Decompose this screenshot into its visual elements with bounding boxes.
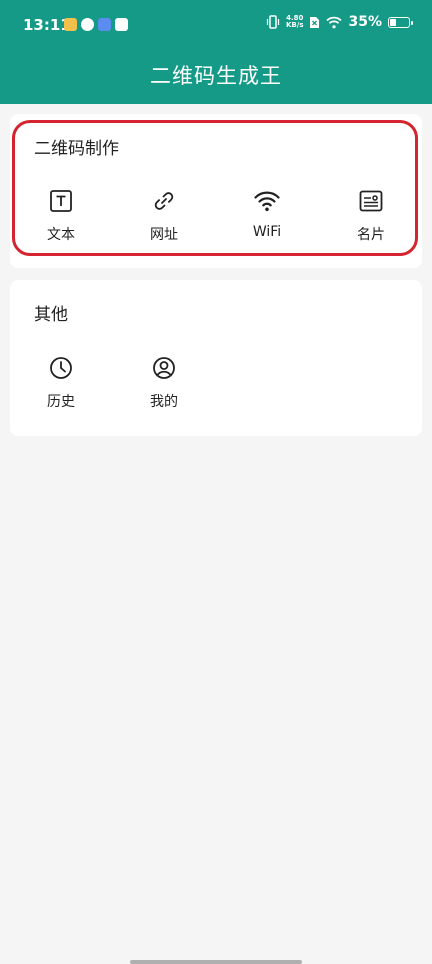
business-card-label: 名片 bbox=[357, 227, 385, 243]
text-label: 文本 bbox=[47, 227, 75, 243]
text-qr-button[interactable]: 文本 bbox=[21, 188, 101, 244]
wifi-qr-button[interactable]: WiFi bbox=[227, 188, 307, 240]
history-button[interactable]: 历史 bbox=[21, 355, 101, 411]
history-label: 历史 bbox=[47, 394, 75, 410]
profile-button[interactable]: 我的 bbox=[124, 355, 204, 411]
other-title: 其他 bbox=[34, 305, 68, 325]
status-bar: 13:11 4.80 KB/s 35% bbox=[0, 0, 432, 52]
qr-make-card: 二维码制作 文本 网址 WiFi 名片 bbox=[10, 114, 422, 268]
wifi-label: WiFi bbox=[252, 224, 282, 240]
battery-percent: 35% bbox=[348, 14, 382, 30]
status-right: 4.80 KB/s 35% bbox=[266, 14, 413, 30]
url-qr-button[interactable]: 网址 bbox=[124, 188, 204, 244]
other-card: 其他 历史 我的 bbox=[10, 280, 422, 436]
message-icon bbox=[115, 18, 128, 31]
qr-make-title: 二维码制作 bbox=[34, 139, 119, 159]
notification-icons bbox=[64, 18, 128, 31]
link-icon bbox=[154, 192, 174, 210]
user-icon bbox=[153, 357, 175, 379]
no-sim-icon bbox=[310, 16, 320, 28]
net-speed: 4.80 KB/s bbox=[286, 15, 303, 29]
net-speed-unit: KB/s bbox=[286, 21, 304, 29]
vibrate-icon bbox=[266, 15, 280, 29]
business-card-qr-button[interactable]: 名片 bbox=[331, 188, 411, 244]
app-icon bbox=[81, 18, 94, 31]
text-icon bbox=[50, 190, 72, 212]
baidu-icon bbox=[98, 18, 111, 31]
weibo-icon bbox=[64, 18, 77, 31]
card-icon bbox=[359, 190, 383, 212]
profile-label: 我的 bbox=[150, 394, 178, 410]
wifi-icon bbox=[254, 191, 280, 212]
wifi-status-icon bbox=[326, 16, 343, 28]
battery-icon bbox=[388, 16, 413, 28]
home-indicator[interactable] bbox=[130, 960, 302, 964]
url-label: 网址 bbox=[150, 227, 178, 243]
app-header: 13:11 4.80 KB/s 35% 二维码生成王 bbox=[0, 0, 432, 104]
app-title: 二维码生成王 bbox=[150, 64, 282, 88]
clock-icon bbox=[50, 357, 72, 379]
